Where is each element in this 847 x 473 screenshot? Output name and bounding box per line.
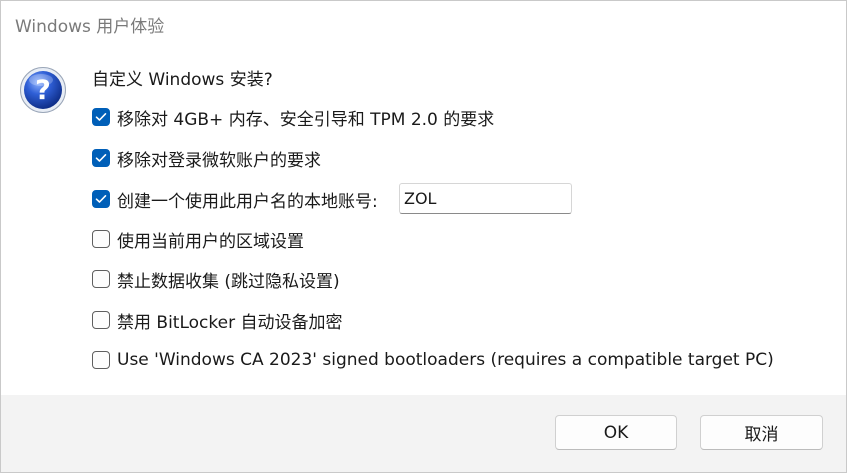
svg-text:?: ? (35, 75, 51, 106)
checkbox-use-current-region[interactable] (92, 230, 110, 248)
checkmark-icon (95, 195, 107, 203)
checkbox-remove-hw-requirements[interactable] (92, 108, 110, 126)
option-label: 禁用 BitLocker 自动设备加密 (117, 312, 343, 333)
dialog-window: Windows 用户体验 ? 自定义 Windows 安装? 移除对 4GB+ … (0, 0, 847, 473)
question-heading: 自定义 Windows 安装? (92, 70, 273, 90)
checkbox-disable-bitlocker[interactable] (92, 311, 110, 329)
option-disable-data-collection[interactable]: 禁止数据收集 (跳过隐私设置) (92, 268, 340, 292)
cancel-button[interactable]: 取消 (700, 415, 823, 450)
ok-button[interactable]: OK (555, 415, 677, 450)
option-label: 禁止数据收集 (跳过隐私设置) (117, 271, 340, 292)
checkbox-ca2023-bootloaders[interactable] (92, 351, 110, 369)
title-bar: Windows 用户体验 (1, 1, 846, 45)
help-question-icon: ? (19, 66, 67, 114)
option-label: 创建一个使用此用户名的本地账号: (117, 191, 378, 212)
option-remove-hw-requirements[interactable]: 移除对 4GB+ 内存、安全引导和 TPM 2.0 的要求 (92, 106, 495, 130)
checkbox-disable-data-collection[interactable] (92, 270, 110, 288)
option-label: 移除对 4GB+ 内存、安全引导和 TPM 2.0 的要求 (117, 109, 495, 130)
username-input[interactable] (399, 183, 572, 214)
checkmark-icon (95, 113, 107, 121)
checkbox-remove-msa-requirement[interactable] (92, 149, 110, 167)
option-use-current-region[interactable]: 使用当前用户的区域设置 (92, 228, 304, 252)
option-disable-bitlocker[interactable]: 禁用 BitLocker 自动设备加密 (92, 309, 343, 333)
option-ca2023-bootloaders[interactable]: Use 'Windows CA 2023' signed bootloaders… (92, 349, 774, 371)
checkbox-create-local-account[interactable] (92, 190, 110, 208)
button-bar: OK 取消 (1, 395, 846, 472)
checkmark-icon (95, 154, 107, 162)
option-label: Use 'Windows CA 2023' signed bootloaders… (117, 350, 774, 370)
option-remove-msa-requirement[interactable]: 移除对登录微软账户的要求 (92, 147, 321, 171)
option-create-local-account[interactable]: 创建一个使用此用户名的本地账号: (92, 188, 378, 212)
option-label: 使用当前用户的区域设置 (117, 231, 304, 252)
option-label: 移除对登录微软账户的要求 (117, 150, 321, 171)
window-title: Windows 用户体验 (15, 17, 165, 37)
